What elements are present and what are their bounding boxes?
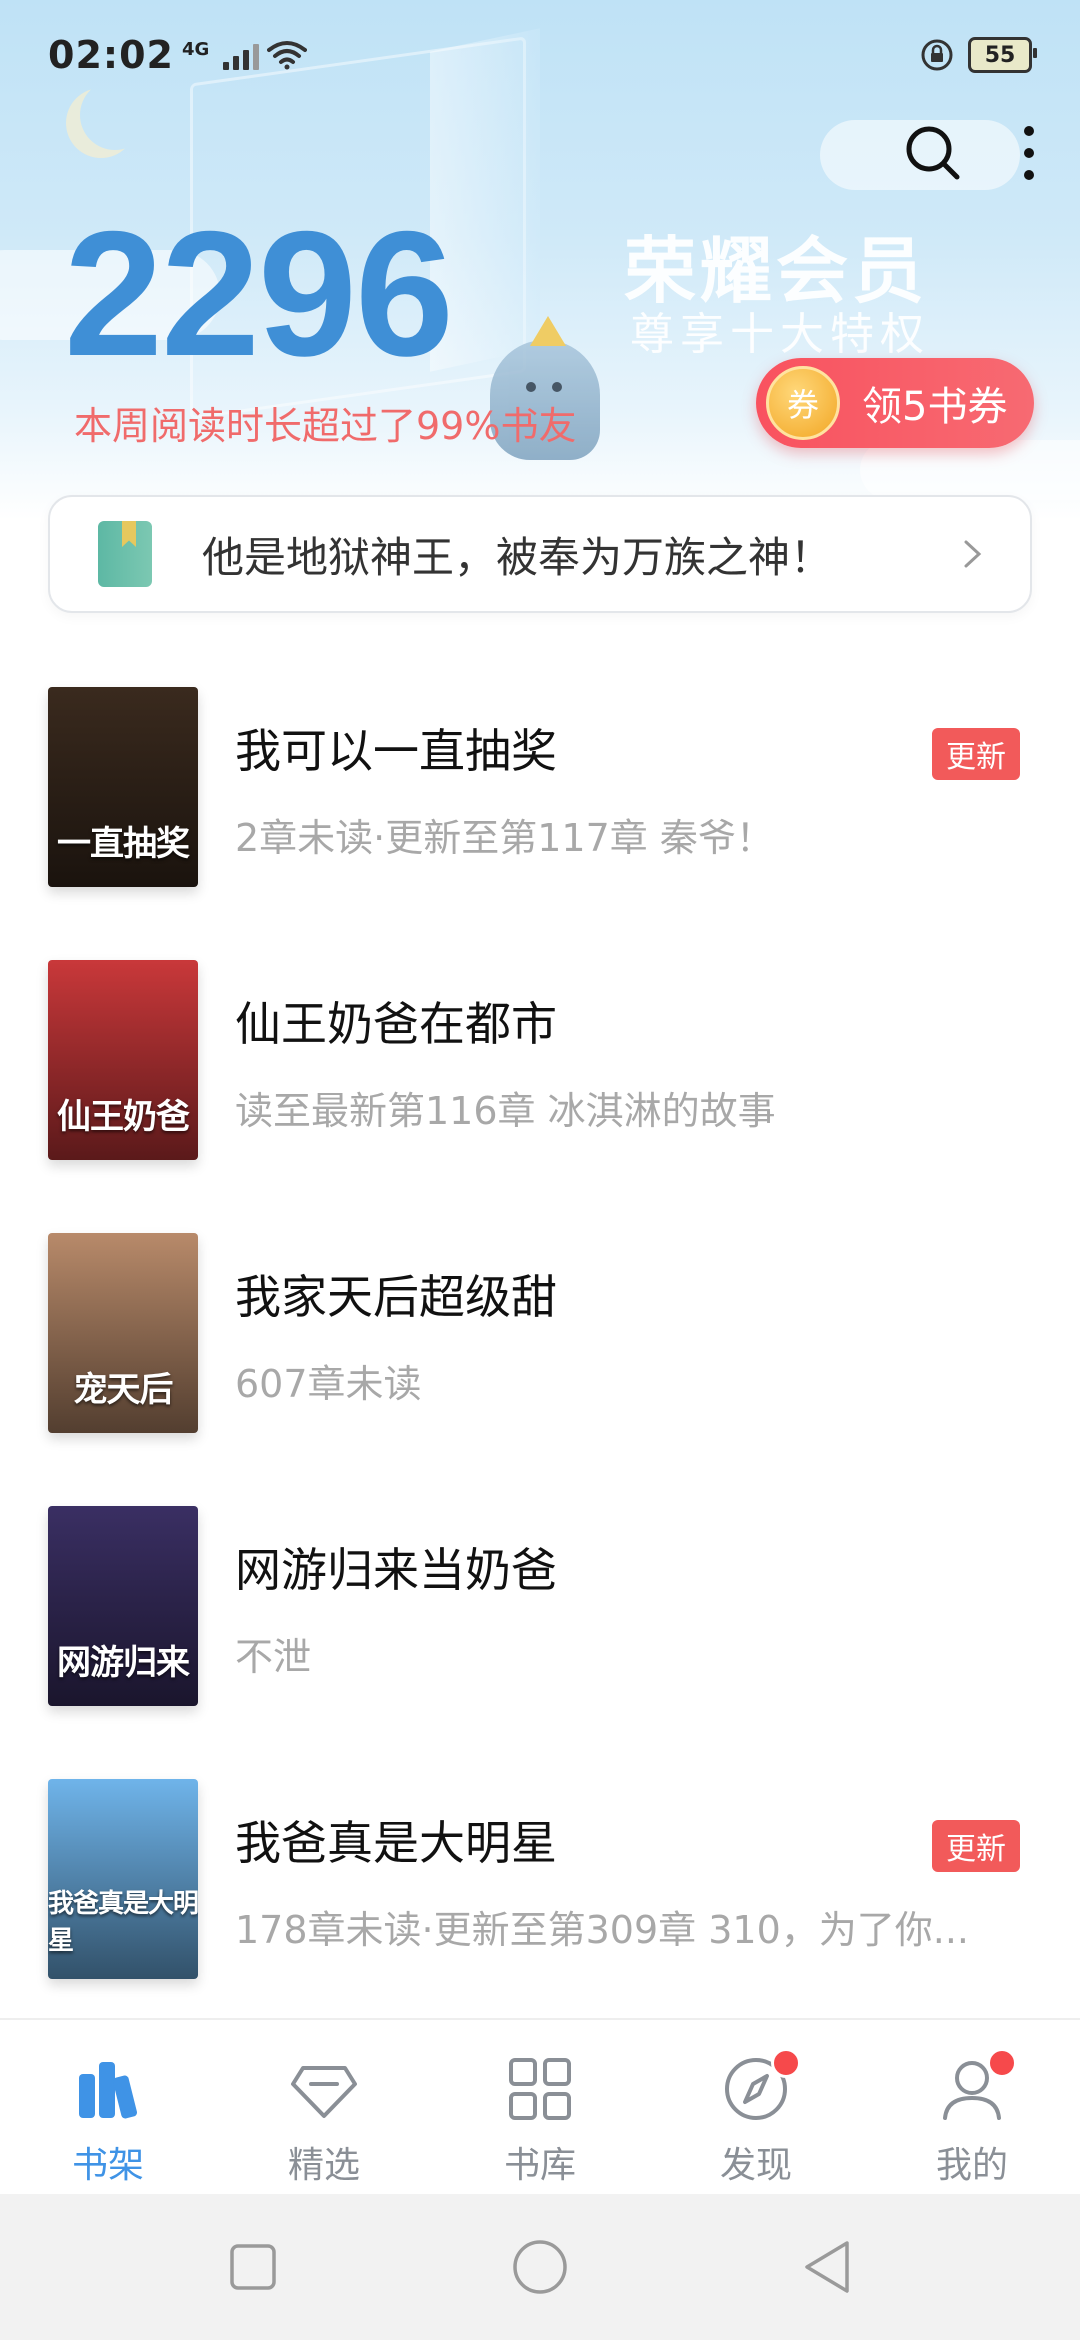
book-item[interactable]: 我爸真是大明星 我爸真是大明星 178章未读·更新至第309章 310，为了你.…: [0, 1752, 1080, 2025]
bottom-tab-bar: 书架 精选 书库 发现 我的: [0, 2018, 1080, 2196]
bookshelf-icon: [79, 2062, 137, 2119]
book-progress: 不泄: [235, 1635, 312, 1679]
notification-dot: [987, 2048, 1017, 2078]
book-cover[interactable]: 一直抽奖: [48, 687, 198, 887]
home-button[interactable]: [505, 2232, 575, 2302]
status-bar: 02:02 4G 55: [0, 0, 1080, 110]
book-title: 仙王奶爸在都市: [235, 997, 557, 1051]
home-icon: [513, 2240, 567, 2294]
back-icon: [804, 2241, 849, 2293]
claim-coupon-button[interactable]: 券 领5书券: [756, 358, 1034, 448]
cloud-decoration: [860, 440, 1080, 500]
bookshelf-list: 一直抽奖 我可以一直抽奖 2章未读·更新至第117章 秦爷！ 更新 仙王奶爸 仙…: [0, 660, 1080, 2025]
tab-label: 精选: [287, 2145, 360, 2186]
network-type: 4G: [181, 39, 210, 60]
tab-label: 我的: [935, 2145, 1008, 2186]
tab-library[interactable]: 书库: [432, 2020, 648, 2196]
tab-discover[interactable]: 发现: [648, 2020, 864, 2196]
recent-apps-button[interactable]: [218, 2232, 288, 2302]
system-navigation-bar: [0, 2194, 1080, 2340]
book-cover[interactable]: 我爸真是大明星: [48, 1779, 198, 1979]
cover-title: 一直抽奖: [57, 824, 190, 864]
search-icon: [906, 126, 960, 180]
header-banner: 02:02 4G 55 2296 本周阅读时长超过了99%书友 荣耀会员 尊享十…: [0, 0, 1080, 520]
cover-title: 网游归来: [57, 1643, 190, 1683]
tab-bookshelf[interactable]: 书架: [0, 2020, 216, 2196]
vip-subtitle[interactable]: 尊享十大特权: [630, 298, 930, 362]
tab-label: 书库: [503, 2145, 576, 2186]
update-badge: 更新: [932, 728, 1020, 780]
chevron-right-icon: [964, 540, 982, 568]
wifi-icon: [267, 41, 308, 70]
book-title: 我爸真是大明星: [235, 1816, 557, 1870]
book-progress: 读至最新第116章 冰淇淋的故事: [235, 1089, 776, 1133]
reading-time-subtitle: 本周阅读时长超过了99%书友: [74, 404, 577, 448]
battery-icon: 55: [968, 37, 1037, 73]
tab-label: 书架: [71, 2145, 144, 2186]
book-item[interactable]: 仙王奶爸 仙王奶爸在都市 读至最新第116章 冰淇淋的故事: [0, 933, 1080, 1206]
book-progress: 607章未读: [235, 1362, 422, 1406]
book-title: 我可以一直抽奖: [235, 724, 557, 778]
cover-title: 仙王奶爸: [57, 1097, 190, 1137]
book-cover[interactable]: 网游归来: [48, 1506, 198, 1706]
update-badge: 更新: [932, 1820, 1020, 1872]
recommendation-banner[interactable]: 他是地狱神王，被奉为万族之神！: [48, 495, 1032, 613]
diamond-icon: [291, 2066, 357, 2118]
coupon-label: 领5书券: [862, 384, 1008, 430]
tab-featured[interactable]: 精选: [216, 2020, 432, 2196]
search-button[interactable]: [898, 118, 968, 188]
tab-mine[interactable]: 我的: [864, 2020, 1080, 2196]
reading-time-count: 2296: [64, 194, 454, 393]
cover-title: 宠天后: [73, 1370, 174, 1410]
back-button[interactable]: [792, 2232, 862, 2302]
book-item[interactable]: 网游归来 网游归来当奶爸 不泄: [0, 1479, 1080, 1752]
tab-label: 发现: [719, 2145, 792, 2186]
coupon-coin-icon: 券: [766, 366, 840, 440]
book-item[interactable]: 宠天后 我家天后超级甜 607章未读: [0, 1206, 1080, 1479]
cover-title: 我爸真是大明星: [48, 1889, 198, 1956]
book-item[interactable]: 一直抽奖 我可以一直抽奖 2章未读·更新至第117章 秦爷！ 更新: [0, 660, 1080, 933]
book-title: 我家天后超级甜: [235, 1270, 557, 1324]
green-book-icon: [98, 521, 152, 587]
notification-dot: [771, 2048, 801, 2078]
status-time: 02:02: [48, 33, 174, 77]
rotation-lock-icon: [921, 39, 953, 71]
book-progress: 178章未读·更新至第309章 310，为了你...: [235, 1908, 969, 1952]
book-cover[interactable]: 仙王奶爸: [48, 960, 198, 1160]
more-vertical-icon: [1024, 126, 1034, 180]
signal-icon: [223, 40, 260, 70]
grid-icon: [509, 2058, 571, 2120]
recent-apps-icon: [230, 2244, 277, 2290]
more-options-button[interactable]: [1014, 118, 1044, 188]
book-title: 网游归来当奶爸: [235, 1543, 557, 1597]
book-cover[interactable]: 宠天后: [48, 1233, 198, 1433]
recommendation-text: 他是地狱神王，被奉为万族之神！: [202, 532, 833, 582]
book-progress: 2章未读·更新至第117章 秦爷！: [235, 816, 774, 860]
